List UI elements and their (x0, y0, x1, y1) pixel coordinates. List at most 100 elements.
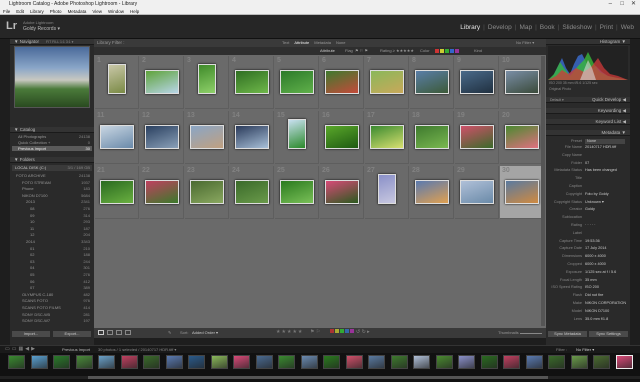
filmstrip-thumbnail[interactable] (278, 355, 295, 369)
folder-item[interactable]: SONY DSC-W5 (22, 312, 50, 317)
yellow-label-icon[interactable] (335, 329, 339, 333)
photo-thumbnail[interactable] (190, 125, 224, 149)
grid-cell[interactable]: 30 (500, 166, 544, 219)
photo-thumbnail[interactable] (325, 70, 359, 94)
photo-thumbnail[interactable] (280, 70, 314, 94)
loupe-view-icon[interactable] (107, 330, 113, 335)
metadata-value[interactable]: 17 July 2014 (585, 246, 607, 251)
display-1-icon[interactable]: ▭ (5, 346, 10, 352)
filmstrip-thumbnail[interactable] (255, 355, 273, 369)
filmstrip-thumbnail[interactable] (188, 355, 205, 369)
toolbar-flag-icons[interactable]: ⚑ ⚐ (310, 329, 320, 335)
filmstrip-thumbnail[interactable] (458, 355, 475, 369)
folder-item[interactable]: Phone (22, 186, 34, 191)
grid-cell[interactable]: 13 (185, 111, 229, 164)
folder-item[interactable]: 02 (30, 252, 34, 257)
grid-cell[interactable]: 2 (140, 56, 184, 109)
menu-file[interactable]: File (3, 8, 10, 14)
identity-line2[interactable]: Goldy Records ▾ (23, 26, 60, 32)
sync-settings-button[interactable]: Sync Settings (589, 331, 628, 337)
folder-item[interactable]: OLYMPUS C-180 (22, 292, 53, 297)
menu-edit[interactable]: Edit (16, 8, 24, 14)
metadata-value[interactable]: Did not fire (585, 293, 603, 298)
grid-cell[interactable]: 4 (230, 56, 274, 109)
filter-tab-metadata[interactable]: Metadata (314, 40, 331, 45)
folder-item[interactable]: 08 (30, 206, 34, 211)
folder-item[interactable]: 2014 (26, 239, 35, 244)
filmstrip-thumbnail[interactable] (480, 355, 498, 369)
navigator-zoom[interactable]: FIT FILL 1:1 3:1 ▾ (46, 40, 73, 44)
grid-cell[interactable]: 9 (455, 56, 499, 109)
grid-cell[interactable]: 10 (500, 56, 544, 109)
filmstrip-thumbnail[interactable] (345, 355, 363, 369)
folder-item[interactable]: 11 (30, 226, 34, 231)
filmstrip-thumbnail[interactable] (75, 355, 93, 369)
grid-cell[interactable]: 23 (185, 166, 229, 219)
grid-cell[interactable]: 15 (275, 111, 319, 164)
module-develop[interactable]: Develop (488, 24, 512, 31)
module-map[interactable]: Map (519, 24, 532, 31)
photo-thumbnail[interactable] (280, 180, 314, 204)
photo-thumbnail[interactable] (235, 70, 269, 94)
photo-thumbnail[interactable] (460, 70, 494, 94)
filmstrip-thumbnail[interactable] (300, 355, 318, 369)
photo-thumbnail[interactable] (415, 70, 449, 94)
toolbar-color-labels[interactable] (330, 329, 354, 333)
filmstrip-thumbnail[interactable] (503, 355, 520, 369)
filmstrip-source[interactable]: Previous Import (62, 347, 90, 352)
grid-cell[interactable]: 16 (320, 111, 364, 164)
module-print[interactable]: Print (600, 24, 613, 31)
metadata-value[interactable]: ISO 200 (585, 285, 599, 290)
keyword-list-header[interactable]: Keyword List ◀ (546, 119, 630, 125)
metadata-value[interactable]: 35 mm (585, 278, 597, 283)
filmstrip-thumbnail[interactable] (593, 355, 610, 369)
rating-filter[interactable]: Rating ≥ ★★★★★ (380, 48, 414, 53)
photo-thumbnail[interactable] (198, 64, 216, 94)
photo-thumbnail[interactable] (460, 125, 494, 149)
menu-photo[interactable]: Photo (50, 8, 62, 14)
folder-item[interactable]: SONY DSC-W7 (22, 318, 50, 323)
grid-cell[interactable]: 12 (140, 111, 184, 164)
metadata-value[interactable]: 19:53:36 (585, 239, 600, 244)
filter-preset[interactable]: No Filter ▾ (516, 40, 534, 45)
folder-item[interactable]: NIKON D7100 (22, 193, 48, 198)
filmstrip-thumbnail[interactable] (120, 355, 138, 369)
menu-library[interactable]: Library (30, 8, 44, 14)
filmstrip-thumbnail[interactable] (323, 355, 340, 369)
filmstrip-thumbnail[interactable] (413, 355, 430, 369)
grid-cell[interactable]: 7 (365, 56, 409, 109)
saved-preset[interactable]: Default ▾ (550, 97, 564, 103)
menu-help[interactable]: Help (130, 8, 139, 14)
filmstrip-thumbnail[interactable] (165, 355, 183, 369)
photo-thumbnail[interactable] (325, 125, 359, 149)
folder-item[interactable]: 03 (30, 259, 34, 264)
purple-label-icon[interactable] (350, 329, 354, 333)
filter-tab-none[interactable]: None (336, 40, 346, 45)
grid-view-icon[interactable] (98, 330, 104, 335)
menu-view[interactable]: View (92, 8, 102, 14)
photo-thumbnail[interactable] (108, 64, 126, 94)
green-label-icon[interactable] (340, 329, 344, 333)
photo-thumbnail[interactable] (235, 125, 269, 149)
folder-item[interactable]: FOTO STREAM (22, 180, 51, 185)
filmstrip-thumbnail[interactable] (30, 355, 48, 369)
photo-thumbnail[interactable] (460, 180, 494, 204)
metadata-value[interactable]: Unknown ▾ (585, 200, 604, 205)
grid-cell[interactable]: 11 (95, 111, 139, 164)
metadata-value[interactable]: NIKON D7100 (585, 309, 609, 314)
folder-item[interactable]: 07 (30, 285, 34, 290)
sort-value[interactable]: Added Order ▾ (192, 330, 218, 335)
metadata-value[interactable]: 35.0 mm f/1.8 (585, 317, 608, 322)
metadata-value[interactable]: 6000 x 4000 (585, 254, 606, 259)
blue-swatch-icon[interactable] (450, 49, 454, 53)
toolbar-rating-stars[interactable]: ★★★★★ (276, 329, 303, 335)
photo-thumbnail[interactable] (505, 125, 539, 149)
metadata-header[interactable]: Metadata ▼ (546, 130, 630, 136)
folder-item[interactable]: 05 (30, 272, 34, 277)
folder-item[interactable]: 09 (30, 213, 34, 218)
photo-thumbnail[interactable] (288, 119, 306, 149)
photo-thumbnail[interactable] (370, 125, 404, 149)
folder-item[interactable]: 04 (30, 265, 34, 270)
grid-cell[interactable]: 19 (455, 111, 499, 164)
filmstrip-thumbnail[interactable] (615, 355, 633, 369)
